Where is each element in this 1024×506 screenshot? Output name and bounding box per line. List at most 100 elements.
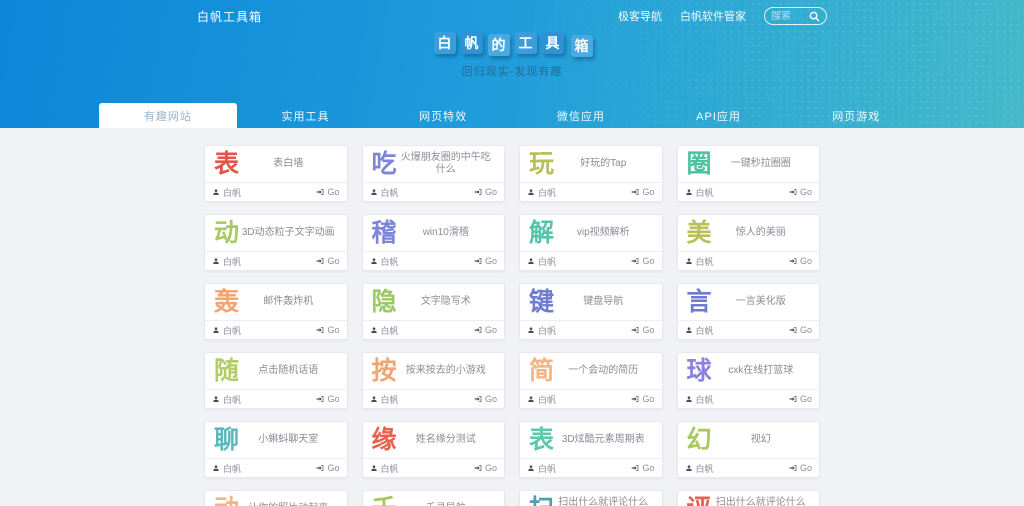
tab[interactable]: 有趣网站 bbox=[99, 103, 237, 128]
tool-card[interactable]: 动 让你的照片动起来 白帆 Go bbox=[204, 490, 348, 506]
go-button[interactable]: Go bbox=[789, 187, 812, 197]
search-input[interactable] bbox=[771, 11, 809, 22]
tool-card[interactable]: 随 点击随机话语 白帆 Go bbox=[204, 352, 348, 409]
tool-author: 白帆 bbox=[381, 186, 399, 199]
go-button[interactable]: Go bbox=[316, 394, 339, 404]
sign-in-icon bbox=[631, 326, 639, 334]
go-button[interactable]: Go bbox=[631, 394, 654, 404]
search-icon[interactable] bbox=[809, 11, 820, 22]
go-button[interactable]: Go bbox=[316, 187, 339, 197]
brand[interactable]: 白帆工具箱 bbox=[197, 8, 262, 25]
user-icon bbox=[370, 188, 378, 196]
page: 白帆工具箱 极客导航白帆软件管家 白帆的工具箱 回归现实-发现有趣 有趣网站实用… bbox=[0, 0, 1024, 506]
go-label: Go bbox=[327, 187, 339, 197]
go-button[interactable]: Go bbox=[474, 394, 497, 404]
tool-card[interactable]: 扫 扫出什么就评论什么_文字版 白帆 Go bbox=[519, 490, 663, 506]
tool-author: 白帆 bbox=[538, 324, 556, 337]
go-button[interactable]: Go bbox=[631, 187, 654, 197]
tool-glyph: 键 bbox=[529, 290, 554, 315]
tool-card-footer: 白帆 Go bbox=[363, 389, 505, 408]
tool-card[interactable]: 解 vip视频解析 白帆 Go bbox=[519, 214, 663, 271]
tool-card[interactable]: 表 表白墙 白帆 Go bbox=[204, 145, 348, 202]
sign-in-icon bbox=[789, 188, 797, 196]
go-button[interactable]: Go bbox=[474, 463, 497, 473]
author-area: 白帆 bbox=[370, 255, 399, 268]
top-nav-link[interactable]: 白帆软件管家 bbox=[680, 8, 746, 24]
tool-card[interactable]: 缘 姓名缘分测试 白帆 Go bbox=[362, 421, 506, 478]
tool-card[interactable]: 美 惊人的美丽 白帆 Go bbox=[677, 214, 821, 271]
tool-card[interactable]: 按 按来按去的小游戏 白帆 Go bbox=[362, 352, 506, 409]
tool-card[interactable]: 吃 火爆朋友圈的中午吃什么 白帆 Go bbox=[362, 145, 506, 202]
tool-glyph: 隐 bbox=[372, 290, 397, 315]
go-button[interactable]: Go bbox=[631, 463, 654, 473]
tool-card-top: 缘 姓名缘分测试 bbox=[363, 422, 505, 458]
go-label: Go bbox=[485, 187, 497, 197]
tool-card[interactable]: 圈 一键秒拉圈圈 白帆 Go bbox=[677, 145, 821, 202]
tool-card-top: 隐 文字隐写术 bbox=[363, 284, 505, 320]
title-key: 的 bbox=[488, 34, 510, 56]
tool-card[interactable]: 轰 邮件轰炸机 白帆 Go bbox=[204, 283, 348, 340]
go-button[interactable]: Go bbox=[474, 325, 497, 335]
tool-author: 白帆 bbox=[381, 462, 399, 475]
go-button[interactable]: Go bbox=[631, 256, 654, 266]
sign-in-icon bbox=[316, 257, 324, 265]
go-button[interactable]: Go bbox=[316, 256, 339, 266]
tool-card[interactable]: 聊 小蝌蚪聊天室 白帆 Go bbox=[204, 421, 348, 478]
top-nav-link[interactable]: 极客导航 bbox=[618, 8, 662, 24]
author-area: 白帆 bbox=[212, 186, 241, 199]
site-subtitle: 回归现实-发现有趣 bbox=[0, 63, 1024, 79]
tool-card[interactable]: 稽 win10滑稽 白帆 Go bbox=[362, 214, 506, 271]
tool-card[interactable]: 简 一个会动的简历 白帆 Go bbox=[519, 352, 663, 409]
tool-title: 邮件轰炸机 bbox=[239, 296, 337, 308]
author-area: 白帆 bbox=[212, 462, 241, 475]
go-label: Go bbox=[642, 325, 654, 335]
tool-card-top: 简 一个会动的简历 bbox=[520, 353, 662, 389]
tool-card[interactable]: 评 扫出什么就评论什么_图片版 白帆 Go bbox=[677, 490, 821, 506]
tool-author: 白帆 bbox=[223, 186, 241, 199]
go-button[interactable]: Go bbox=[789, 325, 812, 335]
tool-card[interactable]: 幻 视幻 白帆 Go bbox=[677, 421, 821, 478]
tool-card-footer: 白帆 Go bbox=[678, 251, 820, 270]
tool-author: 白帆 bbox=[381, 324, 399, 337]
tool-card[interactable]: 动 3D动态粒子文字动画 白帆 Go bbox=[204, 214, 348, 271]
tool-card-top: 吃 火爆朋友圈的中午吃什么 bbox=[363, 146, 505, 182]
tool-card[interactable]: 隐 文字隐写术 白帆 Go bbox=[362, 283, 506, 340]
tool-title: 扫出什么就评论什么_图片版 bbox=[712, 497, 810, 506]
tab[interactable]: 网页游戏 bbox=[787, 103, 925, 128]
go-button[interactable]: Go bbox=[789, 394, 812, 404]
tool-author: 白帆 bbox=[538, 255, 556, 268]
tool-card-footer: 白帆 Go bbox=[205, 182, 347, 201]
go-button[interactable]: Go bbox=[789, 463, 812, 473]
sign-in-icon bbox=[316, 188, 324, 196]
tool-title: 姓名缘分测试 bbox=[397, 434, 495, 446]
tool-card-top: 评 扫出什么就评论什么_图片版 bbox=[678, 491, 820, 506]
author-area: 白帆 bbox=[685, 324, 714, 337]
tab[interactable]: 微信应用 bbox=[512, 103, 650, 128]
go-button[interactable]: Go bbox=[474, 187, 497, 197]
tab[interactable]: 网页特效 bbox=[374, 103, 512, 128]
go-label: Go bbox=[642, 187, 654, 197]
tool-card-top: 言 一言美化版 bbox=[678, 284, 820, 320]
go-button[interactable]: Go bbox=[316, 325, 339, 335]
tool-card[interactable]: 玩 好玩的Tap 白帆 Go bbox=[519, 145, 663, 202]
tool-glyph: 玩 bbox=[529, 152, 554, 177]
tool-card[interactable]: 千 千寻导航 白帆 Go bbox=[362, 490, 506, 506]
author-area: 白帆 bbox=[685, 393, 714, 406]
tool-title: vip视频解析 bbox=[554, 227, 652, 239]
tab[interactable]: 实用工具 bbox=[237, 103, 375, 128]
go-button[interactable]: Go bbox=[631, 325, 654, 335]
tool-glyph: 动 bbox=[214, 497, 239, 506]
title-key: 白 bbox=[434, 32, 456, 54]
go-button[interactable]: Go bbox=[789, 256, 812, 266]
tab[interactable]: API应用 bbox=[650, 103, 788, 128]
tool-card[interactable]: 球 cxk在线打篮球 白帆 Go bbox=[677, 352, 821, 409]
tool-glyph: 缘 bbox=[372, 428, 397, 453]
tool-card[interactable]: 言 一言美化版 白帆 Go bbox=[677, 283, 821, 340]
tool-card[interactable]: 键 键盘导航 白帆 Go bbox=[519, 283, 663, 340]
go-button[interactable]: Go bbox=[316, 463, 339, 473]
tool-card[interactable]: 表 3D炫酷元素周期表 白帆 Go bbox=[519, 421, 663, 478]
tool-glyph: 稽 bbox=[372, 221, 397, 246]
go-button[interactable]: Go bbox=[474, 256, 497, 266]
tool-title: 键盘导航 bbox=[554, 296, 652, 308]
tool-card-footer: 白帆 Go bbox=[678, 320, 820, 339]
